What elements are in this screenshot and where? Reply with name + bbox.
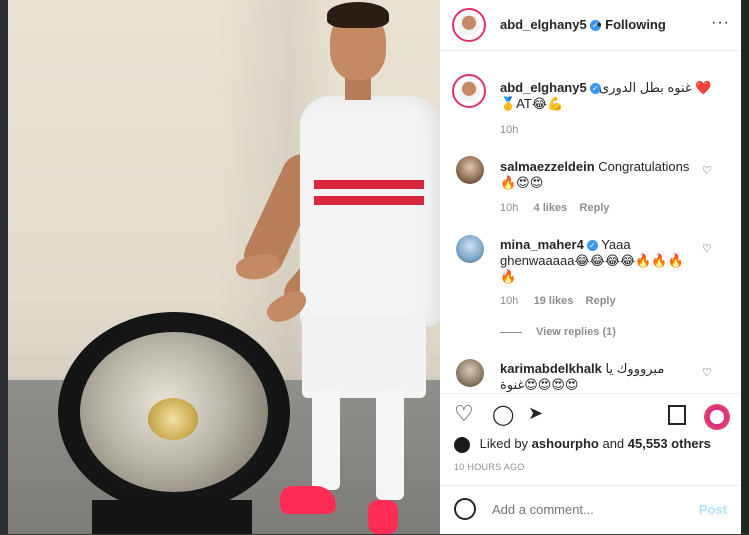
comment-time[interactable]: 10h [500, 295, 518, 307]
reply-button[interactable]: Reply [580, 202, 610, 214]
jersey-stripe [314, 196, 424, 205]
save-icon[interactable] [668, 405, 686, 425]
post-image[interactable] [8, 0, 440, 534]
liker-avatar[interactable] [454, 436, 470, 453]
jersey-stripe [314, 180, 424, 189]
comment-username[interactable]: mina_maher4 [500, 237, 584, 252]
author-name[interactable]: abd_elghany5 [500, 17, 587, 32]
likes-middle: and [602, 436, 625, 451]
post-time-ago[interactable]: 10 HOURS AGO [454, 462, 525, 472]
comment-input[interactable] [490, 501, 674, 518]
comment-row: salmaezzeldein Congratulations [500, 158, 689, 175]
comment-like-icon[interactable]: ♡ [702, 164, 712, 177]
post-header: abd_elghany5 ✓ • Following ··· [440, 0, 741, 51]
comment-like-icon[interactable]: ♡ [702, 242, 712, 255]
caption-timestamp[interactable]: 10h [500, 124, 518, 136]
reels-icon[interactable] [704, 404, 730, 430]
liker-username[interactable]: ashourpho [532, 436, 599, 451]
comment-like-icon[interactable]: ♡ [702, 366, 712, 379]
player-boot-right [368, 500, 398, 534]
comment-row: karimabdelkhalk مبروووك يا [500, 360, 664, 377]
backdrop-left [0, 0, 8, 534]
post-details-panel: abd_elghany5 ✓ • Following ··· abd_elghan… [440, 0, 741, 534]
comment-meta: 10h 19 likes Reply [500, 295, 616, 307]
comment-icon[interactable]: ◯ [492, 402, 514, 427]
more-options-icon[interactable]: ··· [711, 14, 730, 32]
like-icon[interactable]: ♡ [454, 401, 474, 427]
comment-emoji-line: ghenwaaaaa😂😂😂😂🔥🔥🔥 [500, 253, 684, 268]
view-replies-label[interactable]: View replies (1) [536, 326, 616, 338]
caption-emoji-line: 🥇AT😂💪 [500, 96, 564, 111]
comment-avatar[interactable] [456, 359, 484, 387]
caption-username[interactable]: abd_elghany5 ✓ [500, 80, 601, 95]
reply-button[interactable]: Reply [586, 295, 616, 307]
comment-likes[interactable]: 4 likes [534, 202, 568, 214]
player-jersey [300, 96, 440, 326]
comment-avatar[interactable] [456, 235, 484, 263]
player-hair [327, 2, 389, 28]
comment-emoji-line: غنوة😍😍😍😍 [500, 377, 579, 392]
view-replies-button[interactable]: View replies (1) [536, 326, 616, 338]
comment-meta: 10h 4 likes Reply [500, 202, 609, 214]
trophy-base [92, 500, 252, 534]
comment-body: مبروووك يا [605, 361, 665, 376]
following-button[interactable]: • Following [597, 17, 666, 32]
action-bar: ♡ ◯ ➤ [440, 393, 741, 433]
author-avatar[interactable] [452, 8, 486, 42]
view-replies-line [500, 332, 522, 333]
likes-summary: Liked by ashourpho and 45,553 others [454, 436, 711, 453]
comment-emoji-line: 🔥 [500, 269, 517, 284]
comment-username[interactable]: salmaezzeldein [500, 159, 595, 174]
caption-author-name[interactable]: abd_elghany5 [500, 80, 587, 95]
author-username[interactable]: abd_elghany5 ✓ [500, 17, 601, 32]
comment-avatar[interactable] [456, 156, 484, 184]
comment-emoji-line: 🔥😍😍 [500, 175, 544, 190]
player-sock-left [312, 390, 340, 490]
caption-avatar[interactable] [452, 74, 486, 108]
post-button[interactable]: Post [699, 502, 727, 517]
add-comment-bar: Post [440, 485, 741, 535]
comment-body: Congratulations [598, 159, 690, 174]
comment-time[interactable]: 10h [500, 202, 518, 214]
share-icon[interactable]: ➤ [528, 403, 543, 424]
backdrop-right [741, 0, 749, 534]
comment-username[interactable]: karimabdelkhalk [500, 361, 602, 376]
comment-row: mina_maher4 ✓ Yaaa [500, 236, 631, 253]
comment-likes[interactable]: 19 likes [534, 295, 574, 307]
player-sock-right [376, 390, 404, 500]
verified-badge-icon: ✓ [586, 240, 598, 252]
likes-count[interactable]: 45,553 others [628, 436, 711, 451]
emoji-icon[interactable] [454, 498, 476, 520]
likes-prefix: Liked by [479, 436, 529, 451]
comment-body: Yaaa [601, 237, 631, 252]
player-shorts [302, 318, 426, 398]
avatar-image [458, 14, 480, 36]
player-boot-left [280, 486, 336, 514]
avatar-image [458, 80, 480, 102]
caption-text: غنوه بطل الدورى ❤️ [599, 80, 712, 95]
trophy-shield-center [148, 398, 198, 440]
